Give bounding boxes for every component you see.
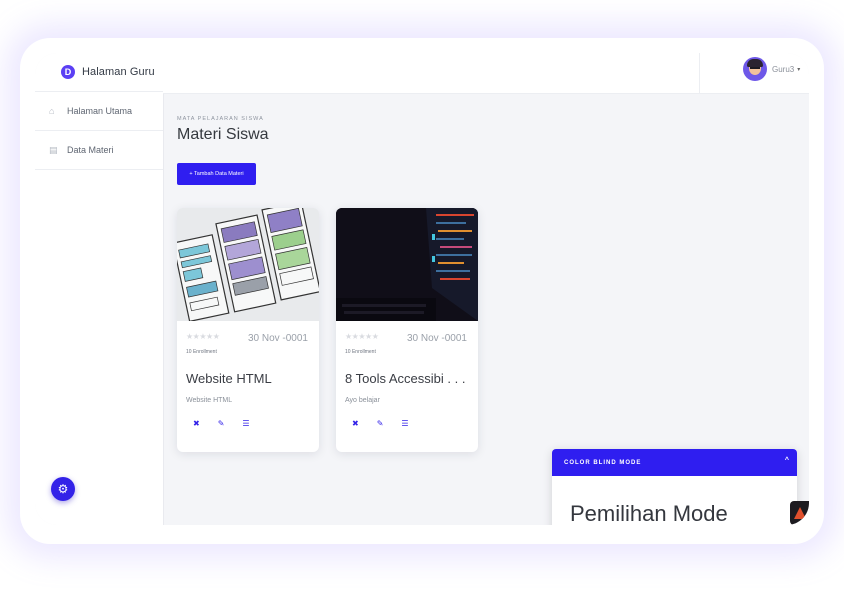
user-menu[interactable]: Guru3 ▾ (743, 57, 800, 81)
delete-icon[interactable]: ✖ (352, 419, 359, 428)
list-icon[interactable]: ☰ (401, 419, 408, 428)
list-icon[interactable]: ☰ (242, 419, 249, 428)
rating-stars: ★★★★★ (345, 332, 379, 341)
card-date: 30 Nov -0001 (247, 333, 308, 344)
avatar[interactable] (743, 57, 767, 81)
sidebar-item-label: Halaman Utama (67, 106, 133, 116)
color-blind-panel-title: Pemilihan Mode (570, 501, 728, 525)
user-name[interactable]: Guru3 (772, 65, 794, 74)
sidebar: D Halaman Guru ⌂ Halaman Utama ▤ Data Ma… (35, 53, 164, 525)
chevron-down-icon[interactable]: ▾ (797, 66, 800, 73)
page-title: Materi Siswa (177, 126, 269, 143)
card-actions: ✖ ✎ ☰ (193, 419, 250, 428)
card-description: Website HTML (186, 397, 233, 404)
color-blind-panel-header[interactable]: COLOR BLIND MODE ^ (552, 449, 797, 476)
color-blind-panel-heading: COLOR BLIND MODE (564, 459, 642, 466)
sidebar-item-halaman-utama[interactable]: ⌂ Halaman Utama (35, 92, 163, 131)
avatar-glasses (750, 67, 760, 69)
brand-logo-icon: D (61, 65, 75, 79)
topbar: Guru3 ▾ (163, 53, 809, 94)
sidebar-item-data-materi[interactable]: ▤ Data Materi (35, 131, 163, 170)
brand[interactable]: D Halaman Guru (35, 53, 163, 92)
app-window: D Halaman Guru ⌂ Halaman Utama ▤ Data Ma… (35, 53, 809, 525)
enrollment-count: 10 Enrollment (186, 349, 217, 355)
rating-stars: ★★★★★ (186, 332, 220, 341)
card-title[interactable]: Website HTML (186, 371, 272, 386)
home-icon: ⌂ (49, 106, 55, 116)
material-card[interactable]: ★★★★★ 30 Nov -0001 10 Enrollment 8 Tools… (336, 208, 478, 452)
card-thumbnail-image (177, 208, 319, 321)
chevron-up-icon[interactable]: ^ (785, 457, 790, 464)
color-blind-panel: COLOR BLIND MODE ^ Pemilihan Mode (552, 449, 797, 525)
card-actions: ✖ ✎ ☰ (352, 419, 409, 428)
add-material-button[interactable]: + Tambah Data Materi (177, 163, 256, 185)
gear-icon: ⚙ (57, 482, 69, 496)
corner-widget-icon[interactable] (790, 501, 809, 525)
avatar-hair (747, 59, 763, 67)
topbar-divider (699, 53, 700, 93)
book-icon: ▤ (49, 144, 58, 155)
breadcrumb: MATA PELAJARAN SISWA (177, 116, 264, 122)
brand-title: Halaman Guru (82, 66, 155, 78)
enrollment-count: 10 Enrollment (345, 349, 376, 355)
sidebar-item-label: Data Materi (67, 145, 114, 155)
edit-icon[interactable]: ✎ (218, 419, 225, 428)
card-description: Ayo belajar (345, 397, 380, 404)
card-title[interactable]: 8 Tools Accessibi . . . (345, 371, 465, 386)
delete-icon[interactable]: ✖ (193, 419, 200, 428)
material-card[interactable]: ★★★★★ 30 Nov -0001 10 Enrollment Website… (177, 208, 319, 452)
card-date: 30 Nov -0001 (406, 333, 467, 344)
settings-button[interactable]: ⚙ (51, 477, 75, 501)
edit-icon[interactable]: ✎ (377, 419, 384, 428)
card-thumbnail-image (336, 208, 478, 321)
